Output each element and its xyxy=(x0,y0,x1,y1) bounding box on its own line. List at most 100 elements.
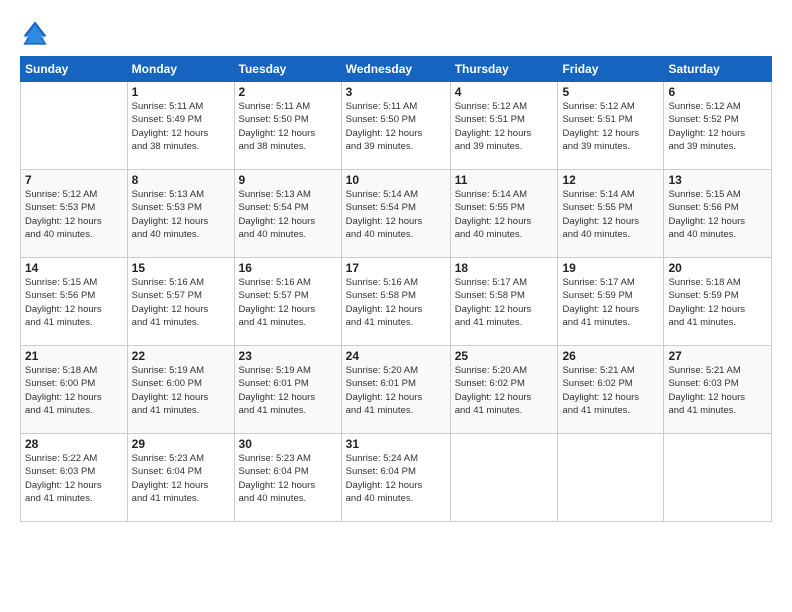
calendar-cell xyxy=(558,434,664,522)
calendar-cell: 9Sunrise: 5:13 AM Sunset: 5:54 PM Daylig… xyxy=(234,170,341,258)
calendar-cell: 26Sunrise: 5:21 AM Sunset: 6:02 PM Dayli… xyxy=(558,346,664,434)
day-info: Sunrise: 5:23 AM Sunset: 6:04 PM Dayligh… xyxy=(132,452,230,505)
day-number: 3 xyxy=(346,85,446,99)
weekday-header-saturday: Saturday xyxy=(664,57,772,82)
calendar-cell: 7Sunrise: 5:12 AM Sunset: 5:53 PM Daylig… xyxy=(21,170,128,258)
day-number: 15 xyxy=(132,261,230,275)
day-number: 20 xyxy=(668,261,767,275)
weekday-header-sunday: Sunday xyxy=(21,57,128,82)
day-info: Sunrise: 5:17 AM Sunset: 5:59 PM Dayligh… xyxy=(562,276,659,329)
day-info: Sunrise: 5:16 AM Sunset: 5:57 PM Dayligh… xyxy=(132,276,230,329)
calendar-cell: 24Sunrise: 5:20 AM Sunset: 6:01 PM Dayli… xyxy=(341,346,450,434)
day-number: 7 xyxy=(25,173,123,187)
day-info: Sunrise: 5:14 AM Sunset: 5:55 PM Dayligh… xyxy=(562,188,659,241)
day-number: 5 xyxy=(562,85,659,99)
day-info: Sunrise: 5:11 AM Sunset: 5:50 PM Dayligh… xyxy=(239,100,337,153)
day-number: 6 xyxy=(668,85,767,99)
day-number: 24 xyxy=(346,349,446,363)
calendar-cell: 27Sunrise: 5:21 AM Sunset: 6:03 PM Dayli… xyxy=(664,346,772,434)
calendar-cell: 18Sunrise: 5:17 AM Sunset: 5:58 PM Dayli… xyxy=(450,258,558,346)
calendar-cell: 5Sunrise: 5:12 AM Sunset: 5:51 PM Daylig… xyxy=(558,82,664,170)
calendar-cell: 8Sunrise: 5:13 AM Sunset: 5:53 PM Daylig… xyxy=(127,170,234,258)
day-number: 17 xyxy=(346,261,446,275)
day-number: 29 xyxy=(132,437,230,451)
weekday-header-row: SundayMondayTuesdayWednesdayThursdayFrid… xyxy=(21,57,772,82)
calendar-cell: 6Sunrise: 5:12 AM Sunset: 5:52 PM Daylig… xyxy=(664,82,772,170)
weekday-header-tuesday: Tuesday xyxy=(234,57,341,82)
day-number: 31 xyxy=(346,437,446,451)
day-info: Sunrise: 5:21 AM Sunset: 6:02 PM Dayligh… xyxy=(562,364,659,417)
day-number: 30 xyxy=(239,437,337,451)
weekday-header-friday: Friday xyxy=(558,57,664,82)
calendar-cell: 17Sunrise: 5:16 AM Sunset: 5:58 PM Dayli… xyxy=(341,258,450,346)
calendar-week-3: 14Sunrise: 5:15 AM Sunset: 5:56 PM Dayli… xyxy=(21,258,772,346)
calendar-cell: 25Sunrise: 5:20 AM Sunset: 6:02 PM Dayli… xyxy=(450,346,558,434)
calendar-table: SundayMondayTuesdayWednesdayThursdayFrid… xyxy=(20,56,772,522)
day-info: Sunrise: 5:18 AM Sunset: 5:59 PM Dayligh… xyxy=(668,276,767,329)
header xyxy=(20,18,772,48)
day-info: Sunrise: 5:16 AM Sunset: 5:58 PM Dayligh… xyxy=(346,276,446,329)
day-info: Sunrise: 5:19 AM Sunset: 6:00 PM Dayligh… xyxy=(132,364,230,417)
calendar-cell: 20Sunrise: 5:18 AM Sunset: 5:59 PM Dayli… xyxy=(664,258,772,346)
day-info: Sunrise: 5:19 AM Sunset: 6:01 PM Dayligh… xyxy=(239,364,337,417)
calendar-cell: 4Sunrise: 5:12 AM Sunset: 5:51 PM Daylig… xyxy=(450,82,558,170)
day-info: Sunrise: 5:15 AM Sunset: 5:56 PM Dayligh… xyxy=(25,276,123,329)
day-info: Sunrise: 5:15 AM Sunset: 5:56 PM Dayligh… xyxy=(668,188,767,241)
calendar-cell: 31Sunrise: 5:24 AM Sunset: 6:04 PM Dayli… xyxy=(341,434,450,522)
calendar-cell: 2Sunrise: 5:11 AM Sunset: 5:50 PM Daylig… xyxy=(234,82,341,170)
calendar-cell: 30Sunrise: 5:23 AM Sunset: 6:04 PM Dayli… xyxy=(234,434,341,522)
day-number: 27 xyxy=(668,349,767,363)
calendar-week-1: 1Sunrise: 5:11 AM Sunset: 5:49 PM Daylig… xyxy=(21,82,772,170)
day-number: 11 xyxy=(455,173,554,187)
calendar-week-2: 7Sunrise: 5:12 AM Sunset: 5:53 PM Daylig… xyxy=(21,170,772,258)
day-info: Sunrise: 5:16 AM Sunset: 5:57 PM Dayligh… xyxy=(239,276,337,329)
day-info: Sunrise: 5:12 AM Sunset: 5:52 PM Dayligh… xyxy=(668,100,767,153)
calendar-cell: 1Sunrise: 5:11 AM Sunset: 5:49 PM Daylig… xyxy=(127,82,234,170)
day-info: Sunrise: 5:21 AM Sunset: 6:03 PM Dayligh… xyxy=(668,364,767,417)
day-number: 4 xyxy=(455,85,554,99)
day-info: Sunrise: 5:24 AM Sunset: 6:04 PM Dayligh… xyxy=(346,452,446,505)
calendar-cell: 16Sunrise: 5:16 AM Sunset: 5:57 PM Dayli… xyxy=(234,258,341,346)
logo xyxy=(20,18,54,48)
day-info: Sunrise: 5:23 AM Sunset: 6:04 PM Dayligh… xyxy=(239,452,337,505)
weekday-header-wednesday: Wednesday xyxy=(341,57,450,82)
day-info: Sunrise: 5:12 AM Sunset: 5:51 PM Dayligh… xyxy=(455,100,554,153)
day-number: 1 xyxy=(132,85,230,99)
calendar-cell: 13Sunrise: 5:15 AM Sunset: 5:56 PM Dayli… xyxy=(664,170,772,258)
calendar-cell: 15Sunrise: 5:16 AM Sunset: 5:57 PM Dayli… xyxy=(127,258,234,346)
day-number: 10 xyxy=(346,173,446,187)
page: SundayMondayTuesdayWednesdayThursdayFrid… xyxy=(0,0,792,612)
calendar-cell xyxy=(450,434,558,522)
calendar-cell: 23Sunrise: 5:19 AM Sunset: 6:01 PM Dayli… xyxy=(234,346,341,434)
calendar-cell: 12Sunrise: 5:14 AM Sunset: 5:55 PM Dayli… xyxy=(558,170,664,258)
day-info: Sunrise: 5:11 AM Sunset: 5:50 PM Dayligh… xyxy=(346,100,446,153)
day-info: Sunrise: 5:12 AM Sunset: 5:51 PM Dayligh… xyxy=(562,100,659,153)
calendar-week-5: 28Sunrise: 5:22 AM Sunset: 6:03 PM Dayli… xyxy=(21,434,772,522)
day-number: 21 xyxy=(25,349,123,363)
day-info: Sunrise: 5:18 AM Sunset: 6:00 PM Dayligh… xyxy=(25,364,123,417)
calendar-cell xyxy=(21,82,128,170)
day-number: 16 xyxy=(239,261,337,275)
calendar-cell: 22Sunrise: 5:19 AM Sunset: 6:00 PM Dayli… xyxy=(127,346,234,434)
day-info: Sunrise: 5:20 AM Sunset: 6:02 PM Dayligh… xyxy=(455,364,554,417)
logo-icon xyxy=(20,18,50,48)
day-number: 2 xyxy=(239,85,337,99)
day-number: 18 xyxy=(455,261,554,275)
day-info: Sunrise: 5:17 AM Sunset: 5:58 PM Dayligh… xyxy=(455,276,554,329)
day-number: 23 xyxy=(239,349,337,363)
day-info: Sunrise: 5:14 AM Sunset: 5:55 PM Dayligh… xyxy=(455,188,554,241)
day-number: 13 xyxy=(668,173,767,187)
calendar-cell: 21Sunrise: 5:18 AM Sunset: 6:00 PM Dayli… xyxy=(21,346,128,434)
calendar-week-4: 21Sunrise: 5:18 AM Sunset: 6:00 PM Dayli… xyxy=(21,346,772,434)
calendar-cell xyxy=(664,434,772,522)
calendar-cell: 28Sunrise: 5:22 AM Sunset: 6:03 PM Dayli… xyxy=(21,434,128,522)
day-number: 22 xyxy=(132,349,230,363)
day-number: 9 xyxy=(239,173,337,187)
day-info: Sunrise: 5:12 AM Sunset: 5:53 PM Dayligh… xyxy=(25,188,123,241)
calendar-cell: 29Sunrise: 5:23 AM Sunset: 6:04 PM Dayli… xyxy=(127,434,234,522)
day-number: 19 xyxy=(562,261,659,275)
calendar-cell: 10Sunrise: 5:14 AM Sunset: 5:54 PM Dayli… xyxy=(341,170,450,258)
day-info: Sunrise: 5:13 AM Sunset: 5:53 PM Dayligh… xyxy=(132,188,230,241)
day-info: Sunrise: 5:14 AM Sunset: 5:54 PM Dayligh… xyxy=(346,188,446,241)
day-number: 28 xyxy=(25,437,123,451)
